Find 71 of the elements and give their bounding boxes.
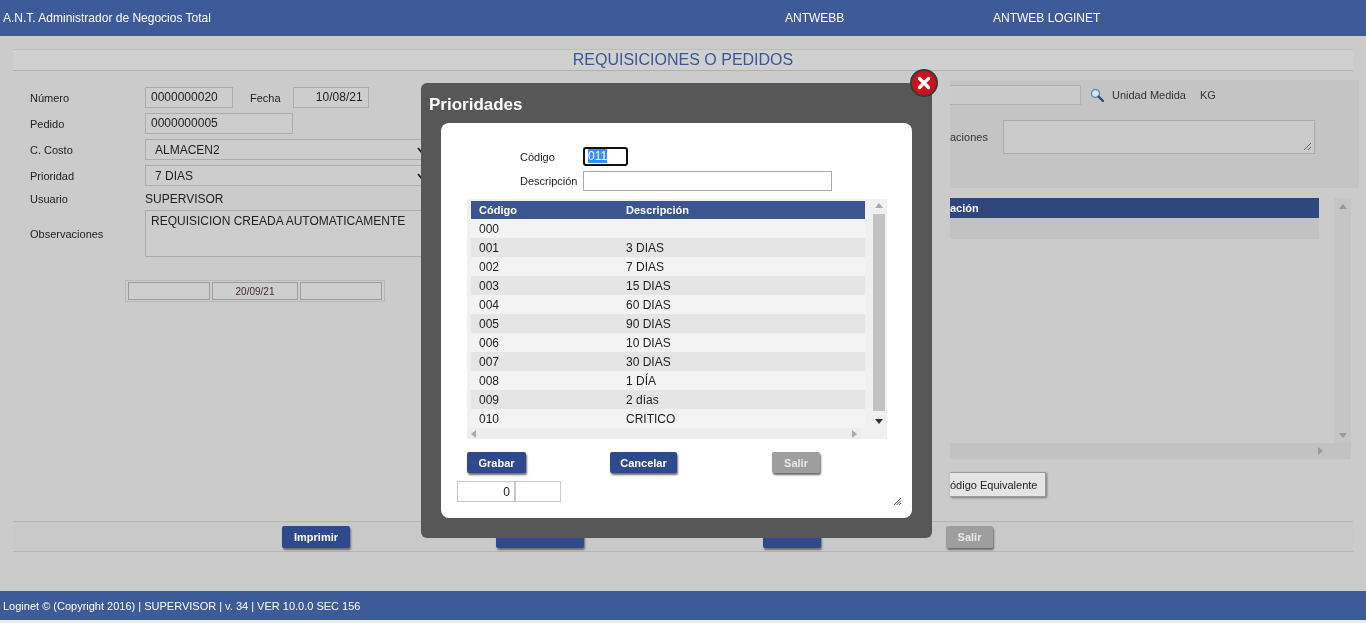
table-cell-text: 008 — [478, 373, 501, 388]
search-icon[interactable] — [1090, 88, 1104, 102]
table-cell-text: 004 — [478, 297, 501, 312]
counter-field[interactable] — [515, 481, 561, 502]
table-cell-text: 007 — [478, 354, 501, 369]
observaciones-label: aciones — [950, 131, 989, 143]
scrollbar[interactable] — [1334, 198, 1351, 443]
fecha-label: Fecha — [250, 91, 281, 104]
equivalent-code-button[interactable]: ódigo Equivalente — [950, 472, 1046, 497]
unit-value: KG — [1200, 89, 1216, 101]
table-cell: 7 DIAS — [626, 259, 664, 274]
scroll-down-icon[interactable] — [875, 419, 883, 424]
table-cell-text: 003 — [478, 278, 501, 293]
table-cell-text: 010 — [478, 411, 501, 426]
observaciones-label: Observaciones — [30, 227, 105, 240]
column-header: ación — [950, 202, 979, 214]
codigo-label: Código — [520, 150, 555, 163]
fecha-field[interactable]: 10/08/21 — [292, 87, 369, 108]
table-cell-text: 002 — [478, 259, 501, 274]
table-cell: 3 DIAS — [626, 240, 664, 255]
scroll-up-icon[interactable] — [875, 203, 883, 208]
resize-grip-icon[interactable] — [894, 498, 902, 506]
prioridad-label: Prioridad — [30, 169, 76, 182]
usuario-label: Usuario — [30, 193, 69, 205]
resize-grip-icon — [1303, 142, 1312, 151]
pedido-label: Pedido — [30, 117, 66, 130]
table-cell-text: 006 — [478, 335, 501, 350]
table-cell: 60 DIAS — [626, 297, 671, 312]
app-title: A.N.T. Administrador de Negocios Total — [3, 11, 212, 25]
dialog-title: Prioridades — [429, 95, 524, 116]
date-field[interactable] — [300, 282, 382, 300]
pedido-field[interactable]: 0000000005 — [145, 113, 293, 134]
date-field[interactable]: 20/09/21 — [212, 282, 298, 300]
dialog-button[interactable]: Grabar — [467, 452, 526, 473]
scroll-left-icon[interactable] — [471, 429, 476, 438]
page-title: REQUISICIONES O PEDIDOS — [572, 51, 794, 69]
scroll-up-icon[interactable] — [1338, 204, 1347, 209]
scroll-right-icon[interactable] — [1318, 447, 1323, 455]
table-cell-text: 005 — [478, 316, 501, 331]
column-header: Descripción — [626, 204, 689, 216]
table-cell: 2 días — [626, 392, 659, 407]
descripcion-label: Descripción — [520, 175, 578, 187]
table-cell: 30 DIAS — [626, 354, 671, 369]
table-cell: 1 DÍA — [626, 373, 656, 388]
costo-label: C. Costo — [30, 143, 74, 156]
date-field[interactable] — [128, 282, 210, 300]
table-cell: CRITICO — [626, 411, 676, 426]
unit-label: Unidad Medida — [1112, 89, 1186, 101]
site-name: ANTWEB LOGINET — [993, 11, 1102, 25]
table-cell-text: 000 — [478, 221, 501, 236]
scroll-thumb[interactable] — [873, 214, 885, 411]
action-button[interactable]: Imprimir — [282, 525, 350, 548]
descripcion-field[interactable] — [583, 171, 832, 191]
counter-field[interactable]: 0 — [457, 481, 515, 502]
table-cell: 90 DIAS — [626, 316, 671, 331]
usuario-value: SUPERVISOR — [145, 192, 224, 206]
table-cell-text: 001 — [478, 240, 501, 255]
numero-label: Número — [30, 91, 71, 104]
observaciones-field[interactable] — [1003, 120, 1315, 154]
footer-text: Loginet © (Copyright 2016) | SUPERVISOR | v. 34 | VER 10.0.0 SEC 156 — [3, 599, 361, 612]
scrollbar[interactable] — [950, 443, 1351, 459]
search-field[interactable] — [950, 85, 1081, 105]
table-cell-text: 009 — [478, 392, 501, 407]
numero-field[interactable]: 0000000020 — [145, 87, 233, 108]
scroll-right-icon[interactable] — [852, 429, 857, 438]
table-cell: 10 DIAS — [626, 335, 671, 350]
close-icon[interactable] — [910, 69, 938, 97]
column-header: Código — [478, 204, 518, 216]
table-cell: 15 DIAS — [626, 278, 671, 293]
dialog-button[interactable]: Cancelar — [610, 452, 677, 473]
company-name: ANTWEBB — [785, 11, 846, 25]
